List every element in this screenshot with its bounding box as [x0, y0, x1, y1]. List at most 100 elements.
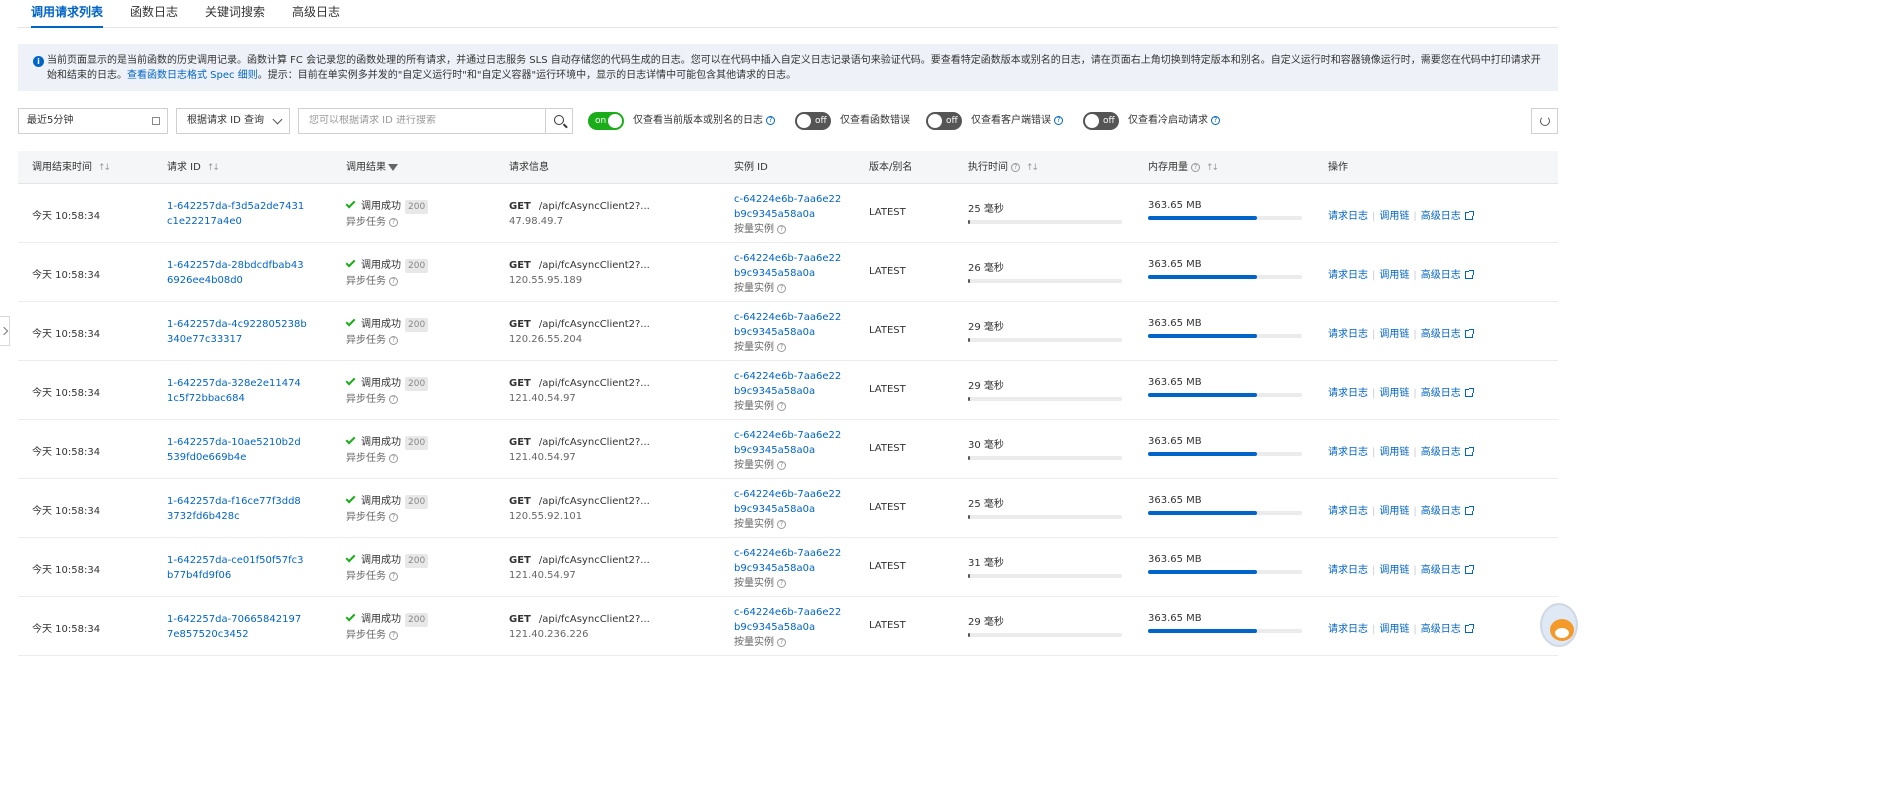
help-icon[interactable]: ? — [777, 460, 786, 470]
version-alias: LATEST — [869, 502, 906, 513]
help-icon[interactable]: ? — [389, 394, 398, 404]
request-id-link[interactable]: 1-642257da-28bdcdfbab436926ee4b08d0 — [167, 258, 307, 288]
http-method: GET — [509, 378, 531, 389]
header-memory[interactable]: 内存用量? ↑↓ — [1148, 151, 1219, 185]
tab-keyword-search[interactable]: 关键词搜索 — [205, 0, 265, 28]
trace-link[interactable]: 调用链 — [1379, 506, 1409, 517]
request-id-link[interactable]: 1-642257da-4c922805238b340e77c33317 — [167, 317, 307, 347]
help-icon[interactable]: ? — [766, 115, 775, 125]
help-icon[interactable]: ? — [389, 453, 398, 463]
exec-time-cell: 30 毫秒 — [968, 436, 1122, 460]
help-icon[interactable]: ? — [1211, 115, 1220, 125]
exec-time-bar — [968, 633, 1122, 637]
header-request-id[interactable]: 请求 ID ↑↓ — [167, 151, 220, 185]
request-log-link[interactable]: 请求日志 — [1328, 270, 1368, 281]
help-icon[interactable]: ? — [389, 630, 398, 640]
sort-icon[interactable]: ↑↓ — [1026, 152, 1039, 185]
advanced-log-link[interactable]: 高级日志 — [1421, 624, 1461, 635]
request-log-link[interactable]: 请求日志 — [1328, 447, 1368, 458]
table-body: 今天 10:58:34 1-642257da-f3d5a2de7431c1e222… — [18, 184, 1558, 656]
help-icon[interactable]: ? — [1011, 162, 1020, 172]
help-icon[interactable]: ? — [389, 276, 398, 286]
advanced-log-link[interactable]: 高级日志 — [1421, 388, 1461, 399]
trace-link[interactable]: 调用链 — [1379, 329, 1409, 340]
side-panel-toggle[interactable] — [0, 316, 10, 346]
request-log-link[interactable]: 请求日志 — [1328, 211, 1368, 222]
advanced-log-link[interactable]: 高级日志 — [1421, 506, 1461, 517]
trace-link[interactable]: 调用链 — [1379, 565, 1409, 576]
http-method: GET — [509, 319, 531, 330]
help-icon[interactable]: ? — [389, 217, 398, 227]
instance-id-link[interactable]: c-64224e6b-7aa6e22b9c9345a58a0a — [734, 487, 846, 517]
trace-link[interactable]: 调用链 — [1379, 211, 1409, 222]
advanced-log-link[interactable]: 高级日志 — [1421, 270, 1461, 281]
help-icon[interactable]: ? — [389, 571, 398, 581]
instance-id-link[interactable]: c-64224e6b-7aa6e22b9c9345a58a0a — [734, 546, 846, 576]
help-icon[interactable]: ? — [777, 578, 786, 588]
help-icon[interactable]: ? — [777, 637, 786, 647]
query-type-select[interactable]: 根据请求 ID 查询 — [176, 108, 290, 134]
request-log-link[interactable]: 请求日志 — [1328, 506, 1368, 517]
instance-id-link[interactable]: c-64224e6b-7aa6e22b9c9345a58a0a — [734, 428, 846, 458]
toggle-client-errors[interactable]: off — [926, 112, 962, 130]
instance-id-link[interactable]: c-64224e6b-7aa6e22b9c9345a58a0a — [734, 192, 846, 222]
trace-link[interactable]: 调用链 — [1379, 624, 1409, 635]
date-range-select[interactable]: 最近5分钟 — [18, 108, 168, 134]
instance-id-link[interactable]: c-64224e6b-7aa6e22b9c9345a58a0a — [734, 605, 846, 635]
request-id-link[interactable]: 1-642257da-ce01f50f57fc3b77b4fd9f06 — [167, 553, 307, 583]
advanced-log-link[interactable]: 高级日志 — [1421, 211, 1461, 222]
help-icon[interactable]: ? — [1191, 162, 1200, 172]
advanced-log-link[interactable]: 高级日志 — [1421, 565, 1461, 576]
result-cell: 调用成功 200 异步任务? — [345, 434, 429, 467]
help-icon[interactable]: ? — [389, 335, 398, 345]
instance-id-link[interactable]: c-64224e6b-7aa6e22b9c9345a58a0a — [734, 369, 846, 399]
request-log-link[interactable]: 请求日志 — [1328, 565, 1368, 576]
trace-link[interactable]: 调用链 — [1379, 270, 1409, 281]
log-spec-link[interactable]: 查看函数日志格式 Spec 细则 — [127, 70, 258, 81]
request-info-cell: GET/api/fcAsyncClient2?... 120.55.95.189 — [509, 258, 650, 288]
tab-advanced-logs[interactable]: 高级日志 — [292, 0, 340, 28]
request-id-search-input[interactable] — [309, 115, 539, 126]
advanced-log-link[interactable]: 高级日志 — [1421, 447, 1461, 458]
request-id-link[interactable]: 1-642257da-328e2e114741c5f72bbac684 — [167, 376, 307, 406]
toggle-cold-start[interactable]: off — [1083, 112, 1119, 130]
sort-icon[interactable]: ↑↓ — [207, 152, 220, 185]
assistant-avatar-icon[interactable] — [1540, 603, 1578, 647]
refresh-button[interactable] — [1531, 108, 1558, 134]
toggle-current-version[interactable]: on — [588, 112, 624, 130]
request-log-link[interactable]: 请求日志 — [1328, 388, 1368, 399]
request-log-link[interactable]: 请求日志 — [1328, 329, 1368, 340]
help-icon[interactable]: ? — [777, 519, 786, 529]
request-id-link[interactable]: 1-642257da-10ae5210b2d539fd0e669b4e — [167, 435, 307, 465]
instance-type: 按量实例 — [734, 342, 774, 353]
header-end-time[interactable]: 调用结束时间 ↑↓ — [32, 151, 111, 185]
sort-icon[interactable]: ↑↓ — [1206, 152, 1219, 185]
tab-invocation-list[interactable]: 调用请求列表 — [31, 0, 104, 28]
tab-function-logs[interactable]: 函数日志 — [130, 0, 178, 28]
instance-id-link[interactable]: c-64224e6b-7aa6e22b9c9345a58a0a — [734, 310, 846, 340]
end-time: 今天 10:58:34 — [32, 270, 101, 281]
request-id-link[interactable]: 1-642257da-f16ce77f3dd83732fd6b428c — [167, 494, 307, 524]
toggle-function-errors[interactable]: off — [795, 112, 831, 130]
help-icon[interactable]: ? — [389, 512, 398, 522]
exec-time-value: 30 毫秒 — [968, 440, 1004, 451]
search-button[interactable] — [545, 108, 573, 134]
header-exec-time[interactable]: 执行时间? ↑↓ — [968, 151, 1039, 185]
header-result[interactable]: 调用结果 — [346, 151, 398, 184]
help-icon[interactable]: ? — [777, 224, 786, 234]
request-log-link[interactable]: 请求日志 — [1328, 624, 1368, 635]
help-icon[interactable]: ? — [777, 283, 786, 293]
tab-bar: 调用请求列表 函数日志 关键词搜索 高级日志 — [18, 0, 1558, 28]
instance-id-link[interactable]: c-64224e6b-7aa6e22b9c9345a58a0a — [734, 251, 846, 281]
request-id-link[interactable]: 1-642257da-f3d5a2de7431c1e22217a4e0 — [167, 199, 307, 229]
trace-link[interactable]: 调用链 — [1379, 447, 1409, 458]
sort-icon[interactable]: ↑↓ — [98, 152, 111, 185]
help-icon[interactable]: ? — [1054, 115, 1063, 125]
help-icon[interactable]: ? — [777, 401, 786, 411]
request-id-link[interactable]: 1-642257da-706658421977e857520c3452 — [167, 612, 307, 642]
trace-link[interactable]: 调用链 — [1379, 388, 1409, 399]
filter-icon[interactable] — [388, 163, 398, 171]
help-icon[interactable]: ? — [777, 342, 786, 352]
advanced-log-link[interactable]: 高级日志 — [1421, 329, 1461, 340]
instance-type: 按量实例 — [734, 283, 774, 294]
